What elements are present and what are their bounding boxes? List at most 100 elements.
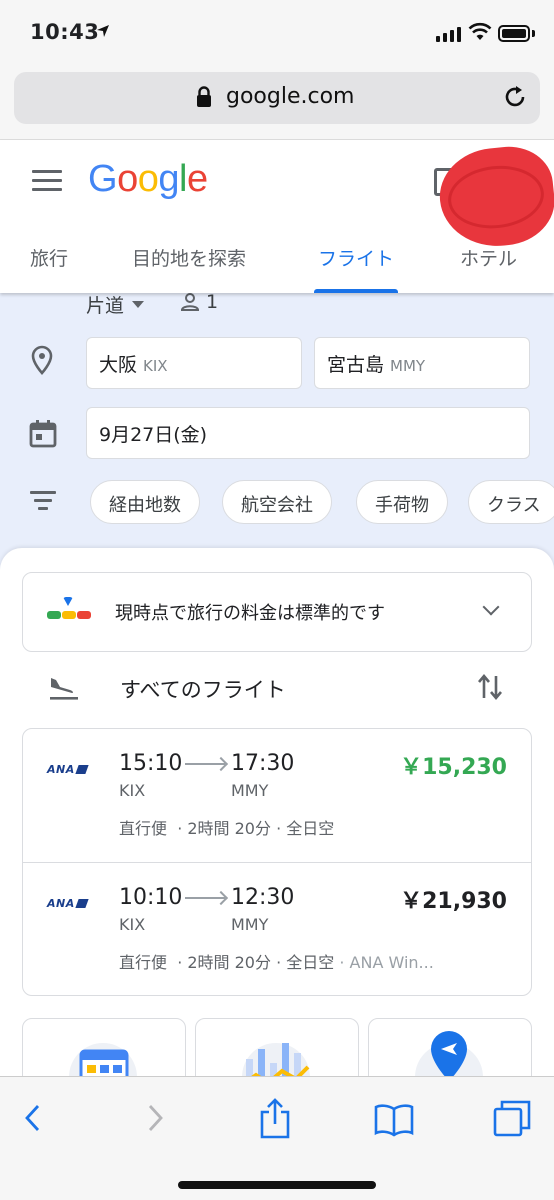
origin-code: KIX [143, 357, 168, 375]
redaction-scribble [435, 142, 554, 252]
browser-toolbar [0, 1076, 554, 1200]
flight-row[interactable]: ANA 10:10 12:30 KIX MMY 直行便 · 2時間 20分 · … [23, 862, 531, 995]
filter-chip-baggage[interactable]: 手荷物 [356, 480, 448, 524]
status-time: 10:43 [30, 20, 100, 44]
flight-icon [50, 678, 78, 700]
browser-address-area: google.com [0, 64, 554, 140]
person-icon [180, 293, 200, 311]
tabs-icon[interactable] [492, 1099, 532, 1137]
tab-label: 目的地を探索 [132, 248, 247, 270]
battery-tip [532, 30, 535, 37]
price-insight-text: 現時点で旅行の料金は標準的です [115, 603, 385, 624]
arrow-right-icon [185, 897, 225, 899]
airline-logo-text: ANA [47, 897, 75, 910]
filter-chip-stops[interactable]: 経由地数 [90, 480, 200, 524]
chip-label: 航空会社 [241, 495, 313, 516]
price-insight-banner[interactable]: 現時点で旅行の料金は標準的です [22, 572, 532, 652]
address-bar[interactable]: google.com [14, 72, 540, 124]
tab-label: 旅行 [30, 248, 69, 270]
active-tab-indicator [314, 289, 399, 293]
reload-icon[interactable] [502, 84, 528, 110]
passenger-count: 1 [206, 291, 219, 313]
flight-search-panel: 片道 1 大阪 KIX 宮古島 MMY 9月27日(金) 経由地数 航空会社 手荷物… [0, 291, 554, 583]
carrier: · 全日空 [276, 819, 335, 838]
filter-icon[interactable] [30, 491, 56, 515]
departure-airport: KIX [119, 781, 146, 800]
filter-chip-class[interactable]: クラス [468, 480, 554, 524]
sort-icon[interactable] [476, 672, 504, 702]
bookmarks-icon[interactable] [374, 1103, 414, 1137]
tab-label: ホテル [460, 248, 518, 270]
tab-flights[interactable]: フライト [314, 244, 399, 293]
chevron-down-icon [482, 598, 500, 616]
logo-letter: e [186, 158, 208, 200]
tab-label: フライト [318, 248, 395, 270]
logo-letter: o [117, 158, 138, 200]
share-icon[interactable] [258, 1097, 292, 1139]
arrival-airport: MMY [231, 915, 269, 934]
passenger-selector[interactable]: 1 [180, 291, 218, 313]
battery-icon [498, 25, 530, 42]
tab-bar: 旅行 目的地を探索 フライト ホテル [0, 240, 554, 293]
dropdown-arrow-icon [132, 301, 145, 308]
trip-type-label: 片道 [86, 295, 125, 317]
chip-label: 手荷物 [375, 495, 429, 516]
flight-price: ￥15,230 [400, 755, 507, 780]
forward-icon[interactable] [144, 1103, 166, 1133]
arrival-time: 12:30 [231, 885, 295, 910]
destination-field[interactable]: 宮古島 MMY [314, 337, 530, 389]
chip-label: クラス [487, 495, 541, 516]
location-arrow-icon [97, 25, 109, 37]
results-card: 現時点で旅行の料金は標準的です すべてのフライト ANA 15:10 17:30… [0, 548, 554, 1108]
google-logo[interactable]: Google [88, 158, 208, 201]
departure-date: 9月27日(金) [99, 424, 208, 446]
origin-city: 大阪 [99, 354, 138, 376]
departure-time: 15:10 [119, 751, 183, 776]
cellular-signal-icon [436, 26, 461, 42]
date-field[interactable]: 9月27日(金) [86, 407, 530, 459]
all-flights-heading: すべてのフライト [120, 678, 286, 702]
logo-letter: g [158, 158, 179, 200]
stops: 直行便 [119, 819, 168, 838]
home-indicator [178, 1181, 376, 1189]
destination-code: MMY [390, 357, 426, 375]
status-bar: 10:43 [0, 0, 554, 64]
logo-letter: l [178, 158, 187, 200]
filter-chip-airlines[interactable]: 航空会社 [222, 480, 332, 524]
departure-airport: KIX [119, 915, 146, 934]
arrival-time: 17:30 [231, 751, 295, 776]
back-icon[interactable] [22, 1103, 44, 1133]
price-level-icon [47, 597, 91, 627]
chip-label: 経由地数 [109, 495, 181, 516]
tab-hotels[interactable]: ホテル [460, 244, 517, 293]
google-header: Google 旅行 目的地を探索 フライト ホテル [0, 140, 554, 293]
flight-row[interactable]: ANA 15:10 17:30 KIX MMY 直行便 · 2時間 20分 · … [23, 729, 531, 862]
flight-list: ANA 15:10 17:30 KIX MMY 直行便 · 2時間 20分 · … [22, 728, 532, 996]
arrow-right-icon [185, 763, 225, 765]
tab-travel[interactable]: 旅行 [30, 244, 68, 293]
duration: · 2時間 20分 [177, 819, 271, 838]
stops: 直行便 [119, 953, 168, 972]
logo-letter: G [88, 158, 118, 200]
duration: · 2時間 20分 [177, 953, 271, 972]
location-pin-icon [31, 345, 53, 375]
hamburger-menu-icon[interactable] [32, 170, 62, 197]
flight-details: 直行便 · 2時間 20分 · 全日空 · ANA Win... [119, 949, 434, 973]
logo-letter: o [137, 158, 159, 200]
airline-logo: ANA [47, 763, 89, 776]
wifi-icon [468, 22, 492, 40]
lock-icon [197, 86, 211, 107]
airline-logo-text: ANA [47, 763, 75, 776]
trip-type-dropdown[interactable]: 片道 [86, 291, 145, 318]
flight-details: 直行便 · 2時間 20分 · 全日空 [119, 815, 334, 839]
carrier: · 全日空 [276, 953, 335, 972]
tab-explore[interactable]: 目的地を探索 [132, 244, 246, 293]
departure-time: 10:10 [119, 885, 183, 910]
origin-field[interactable]: 大阪 KIX [86, 337, 302, 389]
flight-price: ￥21,930 [400, 889, 507, 914]
url-text: google.com [226, 84, 355, 109]
airline-logo: ANA [47, 897, 89, 910]
calendar-icon [29, 420, 57, 448]
destination-city: 宮古島 [327, 354, 385, 376]
codeshare: · ANA Win... [339, 953, 434, 972]
